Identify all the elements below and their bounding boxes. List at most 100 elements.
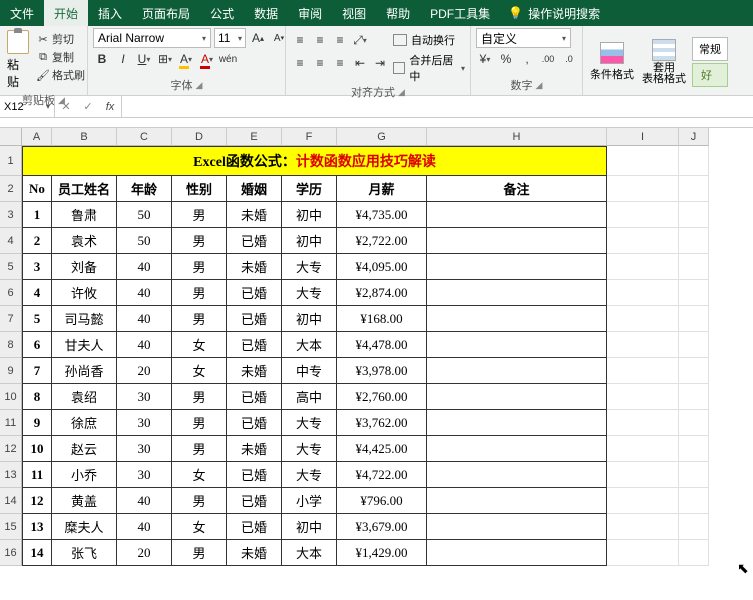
- format-painter-button[interactable]: 🖌格式刷: [35, 66, 87, 84]
- tab-PDF工具集[interactable]: PDF工具集: [420, 0, 500, 26]
- data-cell[interactable]: ¥168.00: [337, 306, 427, 332]
- tab-文件[interactable]: 文件: [0, 0, 44, 26]
- row-14[interactable]: 14: [0, 488, 22, 514]
- data-cell[interactable]: 鲁肃: [52, 202, 117, 228]
- data-cell[interactable]: 黄盖: [52, 488, 117, 514]
- data-cell[interactable]: 张飞: [52, 540, 117, 566]
- cell-empty[interactable]: [607, 358, 679, 384]
- data-cell[interactable]: 男: [172, 202, 227, 228]
- cell-style-good[interactable]: 好: [692, 63, 728, 87]
- cell-empty[interactable]: [607, 384, 679, 410]
- data-cell[interactable]: ¥2,722.00: [337, 228, 427, 254]
- data-cell[interactable]: 30: [117, 384, 172, 410]
- align-top-button[interactable]: ≡: [291, 31, 309, 49]
- col-D[interactable]: D: [172, 128, 227, 146]
- data-cell[interactable]: 20: [117, 540, 172, 566]
- col-B[interactable]: B: [52, 128, 117, 146]
- cell-empty[interactable]: [607, 280, 679, 306]
- data-cell[interactable]: 男: [172, 254, 227, 280]
- row-11[interactable]: 11: [0, 410, 22, 436]
- fx-button[interactable]: fx: [99, 101, 121, 113]
- phonetic-button[interactable]: wén: [219, 50, 237, 68]
- currency-button[interactable]: ¥▾: [476, 50, 494, 68]
- data-cell[interactable]: 大专: [282, 410, 337, 436]
- align-bottom-button[interactable]: ≡: [331, 31, 349, 49]
- font-color-button[interactable]: A▾: [198, 50, 216, 68]
- data-cell[interactable]: 11: [22, 462, 52, 488]
- fill-color-button[interactable]: A▾: [177, 50, 195, 68]
- header-cell[interactable]: 年龄: [117, 176, 172, 202]
- row-1[interactable]: 1: [0, 146, 22, 176]
- cancel-button[interactable]: ✕: [55, 100, 77, 113]
- data-cell[interactable]: 已婚: [227, 462, 282, 488]
- data-cell[interactable]: [427, 280, 607, 306]
- data-cell[interactable]: 中专: [282, 358, 337, 384]
- cell-empty[interactable]: [679, 228, 709, 254]
- data-cell[interactable]: 小乔: [52, 462, 117, 488]
- data-cell[interactable]: [427, 488, 607, 514]
- data-cell[interactable]: 未婚: [227, 540, 282, 566]
- cell-empty[interactable]: [679, 540, 709, 566]
- data-cell[interactable]: [427, 514, 607, 540]
- row-9[interactable]: 9: [0, 358, 22, 384]
- percent-button[interactable]: %: [497, 50, 515, 68]
- data-cell[interactable]: [427, 332, 607, 358]
- orientation-button[interactable]: ⤢▾: [351, 31, 369, 49]
- data-cell[interactable]: 男: [172, 436, 227, 462]
- data-cell[interactable]: 女: [172, 462, 227, 488]
- cell-empty[interactable]: [607, 540, 679, 566]
- align-left-button[interactable]: ≡: [291, 54, 309, 72]
- data-cell[interactable]: [427, 254, 607, 280]
- tab-开始[interactable]: 开始: [44, 0, 88, 26]
- data-cell[interactable]: 8: [22, 384, 52, 410]
- data-cell[interactable]: 未婚: [227, 254, 282, 280]
- data-cell[interactable]: 未婚: [227, 202, 282, 228]
- data-cell[interactable]: 2: [22, 228, 52, 254]
- confirm-button[interactable]: ✓: [77, 100, 99, 113]
- tab-数据[interactable]: 数据: [244, 0, 288, 26]
- data-cell[interactable]: ¥3,762.00: [337, 410, 427, 436]
- row-5[interactable]: 5: [0, 254, 22, 280]
- col-G[interactable]: G: [337, 128, 427, 146]
- select-all-button[interactable]: [0, 128, 22, 146]
- dialog-launcher-icon[interactable]: ◢: [536, 80, 543, 91]
- data-cell[interactable]: [427, 202, 607, 228]
- data-cell[interactable]: 初中: [282, 306, 337, 332]
- data-cell[interactable]: 徐庶: [52, 410, 117, 436]
- data-cell[interactable]: [427, 358, 607, 384]
- col-I[interactable]: I: [607, 128, 679, 146]
- data-cell[interactable]: [427, 462, 607, 488]
- data-cell[interactable]: 男: [172, 228, 227, 254]
- data-cell[interactable]: 小学: [282, 488, 337, 514]
- name-box[interactable]: X12▾: [0, 96, 55, 117]
- row-8[interactable]: 8: [0, 332, 22, 358]
- data-cell[interactable]: 刘备: [52, 254, 117, 280]
- data-cell[interactable]: 女: [172, 514, 227, 540]
- cell-empty[interactable]: [679, 462, 709, 488]
- merge-center-button[interactable]: 合并后居中▾: [393, 52, 465, 84]
- data-cell[interactable]: 男: [172, 410, 227, 436]
- col-H[interactable]: H: [427, 128, 607, 146]
- align-center-button[interactable]: ≡: [311, 54, 329, 72]
- cut-button[interactable]: ✂剪切: [35, 30, 87, 48]
- data-cell[interactable]: ¥4,735.00: [337, 202, 427, 228]
- row-4[interactable]: 4: [0, 228, 22, 254]
- cell-empty[interactable]: [607, 146, 679, 176]
- cell-empty[interactable]: [607, 228, 679, 254]
- tab-视图[interactable]: 视图: [332, 0, 376, 26]
- data-cell[interactable]: 司马懿: [52, 306, 117, 332]
- cell-empty[interactable]: [607, 332, 679, 358]
- cell-empty[interactable]: [679, 332, 709, 358]
- data-cell[interactable]: 大专: [282, 280, 337, 306]
- data-cell[interactable]: 已婚: [227, 410, 282, 436]
- increase-font-button[interactable]: A▴: [249, 29, 267, 47]
- data-cell[interactable]: 初中: [282, 202, 337, 228]
- underline-button[interactable]: U▾: [135, 50, 153, 68]
- row-15[interactable]: 15: [0, 514, 22, 540]
- col-A[interactable]: A: [22, 128, 52, 146]
- col-C[interactable]: C: [117, 128, 172, 146]
- indent-inc-button[interactable]: ⇥: [371, 54, 389, 72]
- data-cell[interactable]: [427, 384, 607, 410]
- row-16[interactable]: 16: [0, 540, 22, 566]
- data-cell[interactable]: ¥2,760.00: [337, 384, 427, 410]
